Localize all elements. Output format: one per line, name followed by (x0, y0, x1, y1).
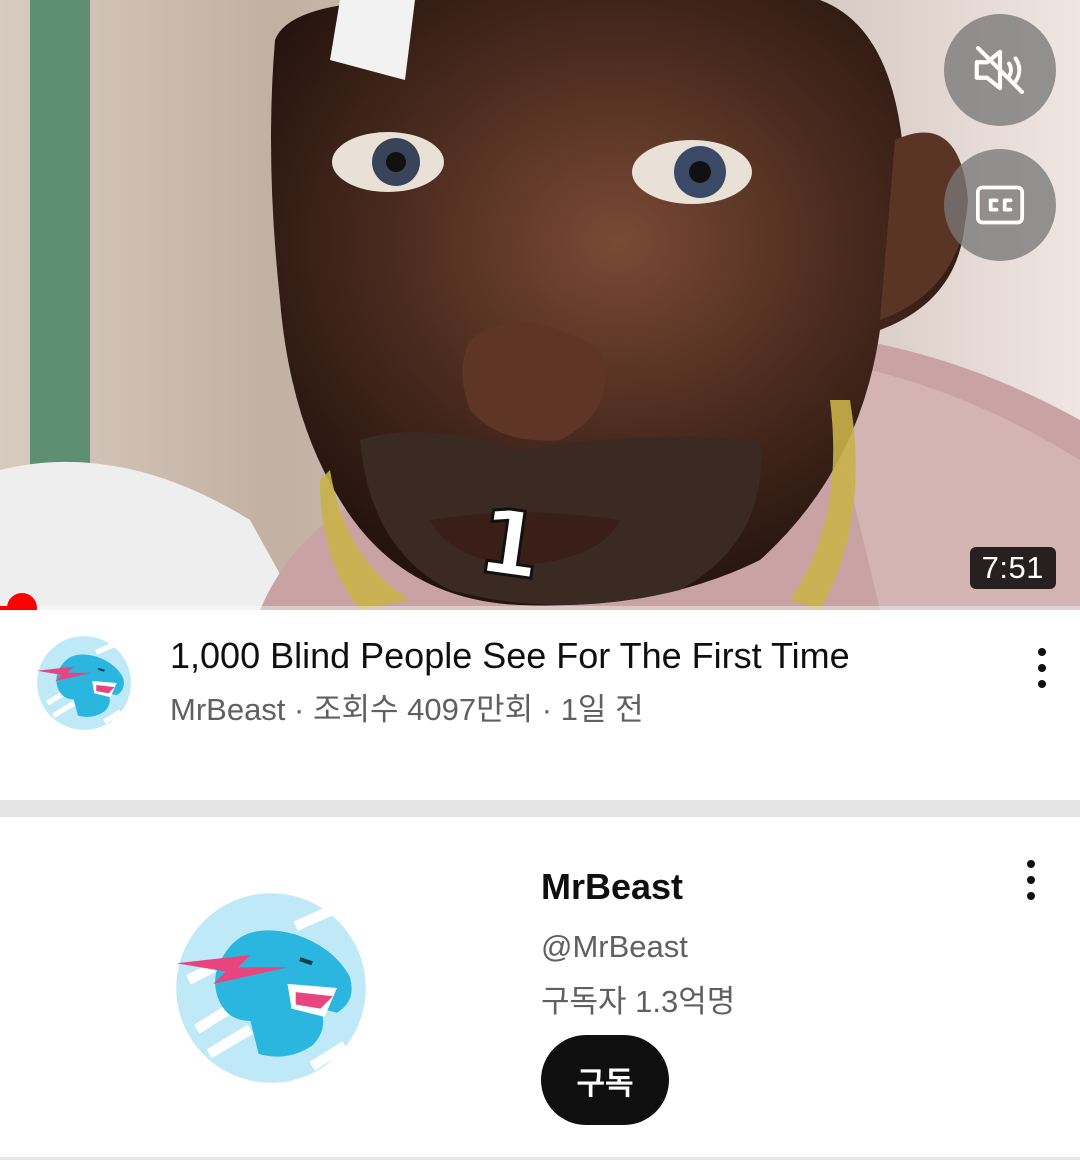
subscribe-button[interactable]: 구독 (541, 1035, 669, 1125)
closed-captions-icon (975, 185, 1025, 225)
video-more-options-button[interactable] (1022, 638, 1062, 698)
channel-handle: @MrBeast (541, 929, 688, 964)
duration-badge: 7:51 (969, 547, 1056, 589)
dot (1027, 892, 1035, 900)
channel-more-options-button[interactable] (1011, 850, 1051, 910)
channel-avatar[interactable] (33, 632, 135, 734)
video-thumbnail[interactable]: 1 7:51 (0, 0, 1080, 610)
mute-button[interactable] (944, 14, 1056, 126)
dot (1038, 648, 1046, 656)
captions-button[interactable] (944, 149, 1056, 261)
dot (1027, 876, 1035, 884)
volume-off-icon (974, 45, 1025, 95)
channel-name[interactable]: MrBeast (541, 865, 683, 909)
section-divider (0, 800, 1080, 817)
channel-card[interactable]: MrBeast @MrBeast 구독자 1.3억명 구독 (0, 817, 1080, 1160)
thumbnail-image: 1 (0, 0, 1080, 610)
video-info[interactable]: 1,000 Blind People See For The First Tim… (0, 610, 1080, 800)
dot (1038, 680, 1046, 688)
dot (1027, 860, 1035, 868)
video-title[interactable]: 1,000 Blind People See For The First Tim… (170, 634, 970, 678)
subscriber-count: 구독자 1.3억명 (541, 984, 736, 1019)
channel-avatar-large[interactable] (168, 885, 374, 1091)
dot (1038, 664, 1046, 672)
video-meta: MrBeast · 조회수 4097만회 · 1일 전 (170, 692, 644, 727)
